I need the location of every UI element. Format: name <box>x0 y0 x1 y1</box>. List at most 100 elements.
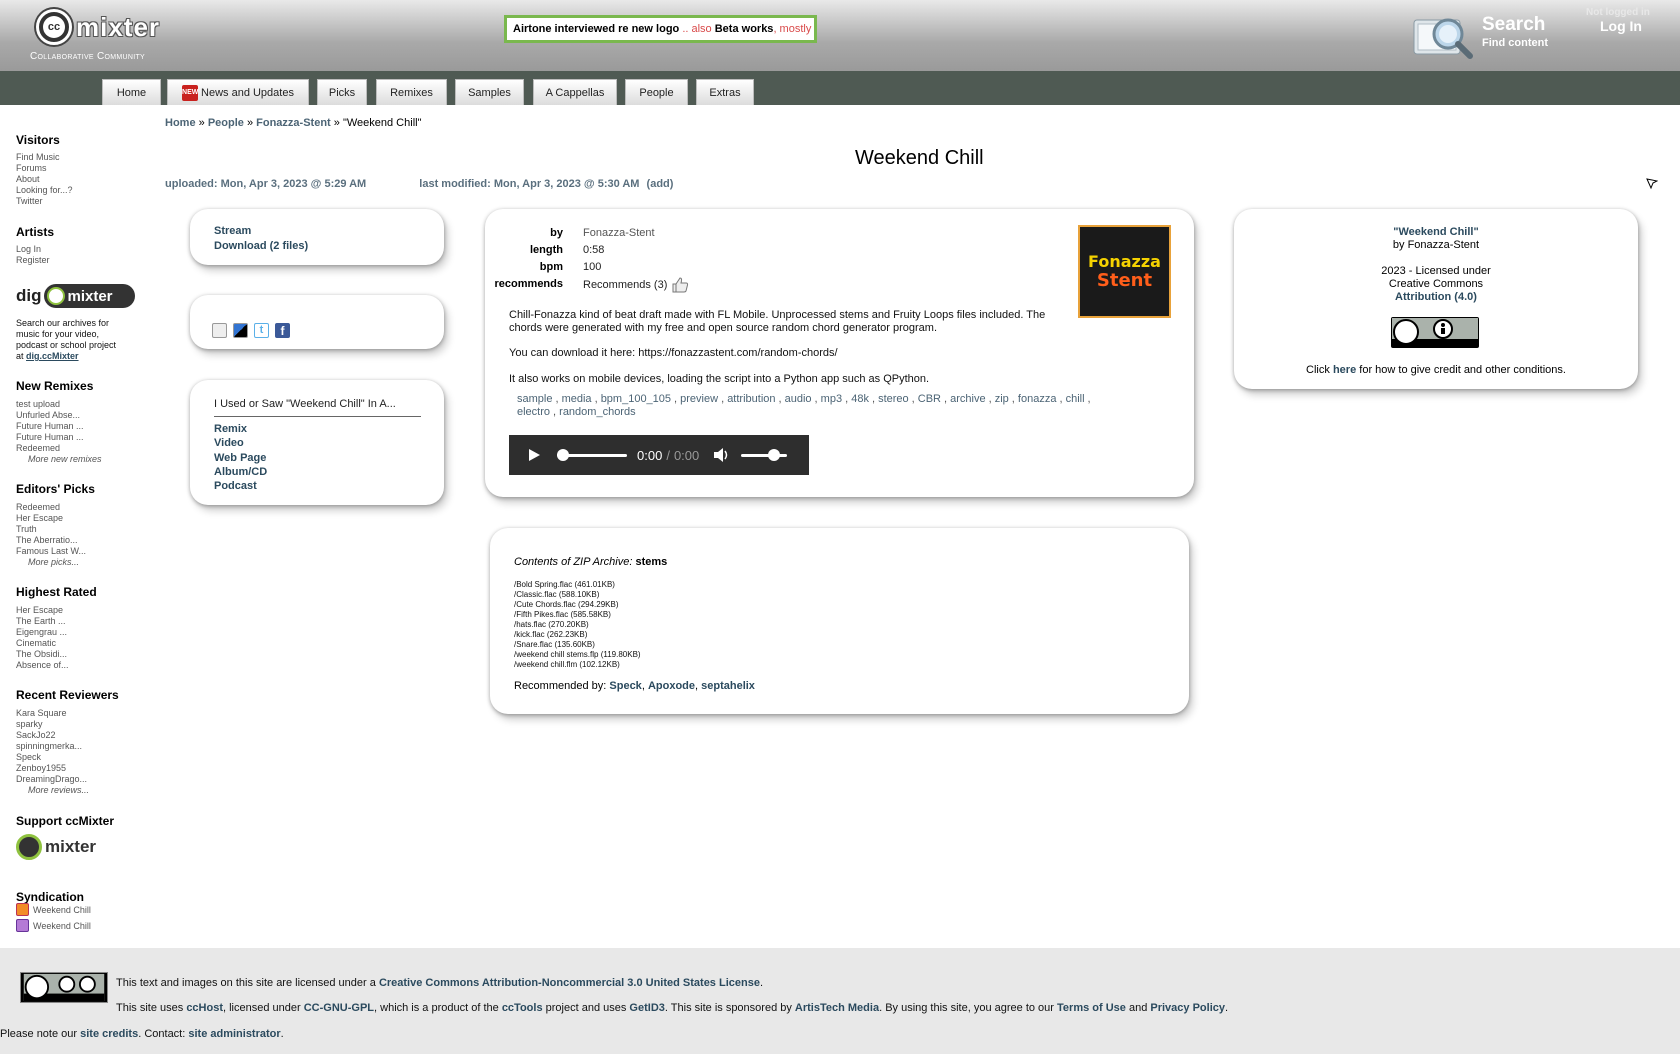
support-ccmixter-logo[interactable]: mixter <box>16 834 96 860</box>
tag[interactable]: attribution <box>727 393 775 405</box>
search-link[interactable]: Search Find content <box>1410 10 1560 62</box>
tab-samples[interactable]: Samples <box>455 79 524 105</box>
sidebar-link[interactable]: Unfurled Abse... <box>16 410 80 420</box>
sidebar-link[interactable]: SackJo22 <box>16 730 56 740</box>
seek-handle[interactable] <box>557 449 569 461</box>
sidebar-link[interactable]: sparky <box>16 719 43 729</box>
tag[interactable]: zip <box>995 393 1009 405</box>
sidebar-link[interactable]: Cinematic <box>16 638 56 648</box>
sidebar-link[interactable]: The Aberratio... <box>16 535 78 545</box>
used-album-link[interactable]: Album/CD <box>214 466 267 478</box>
site-admin-link[interactable]: site administrator <box>188 1028 280 1040</box>
sidebar-link[interactable]: Truth <box>16 524 37 534</box>
volume-handle[interactable] <box>768 449 781 461</box>
sidebar-link[interactable]: Log In <box>16 244 41 254</box>
tag[interactable]: chill <box>1066 393 1085 405</box>
news-banner[interactable]: Airtone interviewed re new logo .. also … <box>504 15 817 43</box>
sidebar-link[interactable]: Famous Last W... <box>16 546 86 556</box>
terms-link[interactable]: Terms of Use <box>1057 1002 1126 1014</box>
footer-license-link[interactable]: Creative Commons Attribution-Noncommerci… <box>379 977 760 989</box>
breadcrumb-home[interactable]: Home <box>165 117 196 129</box>
play-icon[interactable] <box>527 448 541 462</box>
used-webpage-link[interactable]: Web Page <box>214 452 266 464</box>
rss-feed-link[interactable]: Weekend Chill <box>16 903 91 916</box>
sidebar-link[interactable]: The Earth ... <box>16 616 66 626</box>
sidebar-link[interactable]: Zenboy1955 <box>16 763 66 773</box>
privacy-link[interactable]: Privacy Policy <box>1150 1002 1225 1014</box>
sidebar-link[interactable]: Find Music <box>16 152 60 162</box>
tab-extras[interactable]: Extras <box>696 79 754 105</box>
sidebar-link[interactable]: Looking for...? <box>16 185 73 195</box>
add-date-link[interactable]: (add) <box>647 178 674 190</box>
tag[interactable]: archive <box>950 393 985 405</box>
album-art[interactable]: Fonazza Stent <box>1078 225 1171 318</box>
seek-slider[interactable] <box>557 449 627 461</box>
gpl-link[interactable]: CC-GNU-GPL <box>304 1002 374 1014</box>
digg-icon[interactable] <box>212 323 227 338</box>
volume-slider[interactable] <box>741 449 788 461</box>
sidebar-link[interactable]: test upload <box>16 399 60 409</box>
breadcrumb-people[interactable]: People <box>208 117 244 129</box>
banner-link-2[interactable]: Beta works <box>715 23 774 35</box>
tab-remixes[interactable]: Remixes <box>376 79 447 105</box>
recommender-link[interactable]: Speck <box>609 680 641 692</box>
sidebar-link[interactable]: Her Escape <box>16 605 63 615</box>
sidebar-link[interactable]: Kara Square <box>16 708 67 718</box>
breadcrumb-artist[interactable]: Fonazza-Stent <box>256 117 331 129</box>
tag[interactable]: media <box>562 393 592 405</box>
site-credits-link[interactable]: site credits <box>80 1028 138 1040</box>
used-podcast-link[interactable]: Podcast <box>214 480 257 492</box>
license-here-link[interactable]: here <box>1333 364 1356 376</box>
tab-news[interactable]: NEW News and Updates <box>167 79 309 105</box>
sidebar-link[interactable]: Forums <box>16 163 47 173</box>
recommends-link[interactable]: Recommends (3) <box>583 276 689 294</box>
artistech-link[interactable]: ArtisTech Media <box>795 1002 879 1014</box>
sidebar-link[interactable]: DreamingDrago... <box>16 774 87 784</box>
stream-link[interactable]: Stream <box>214 225 251 237</box>
license-attribution-link[interactable]: Attribution (4.0) <box>1234 291 1638 303</box>
recommender-link[interactable]: Apoxode <box>648 680 695 692</box>
sidebar-link[interactable]: Future Human ... <box>16 432 84 442</box>
tag[interactable]: bpm_100_105 <box>601 393 671 405</box>
sidebar-link[interactable]: Redeemed <box>16 443 60 453</box>
download-link[interactable]: Download (2 files) <box>214 240 308 252</box>
recommender-link[interactable]: septahelix <box>701 680 755 692</box>
sidebar-link[interactable]: Eigengrau ... <box>16 627 67 637</box>
dig-ccmixter-logo[interactable]: dig mixter <box>16 284 135 308</box>
delicious-icon[interactable] <box>233 323 248 338</box>
tab-picks[interactable]: Picks <box>317 79 367 105</box>
tab-people[interactable]: People <box>625 79 688 105</box>
cc-by-badge-icon[interactable] <box>1391 317 1479 348</box>
dig-link[interactable]: dig.ccMixter <box>26 351 79 361</box>
tag[interactable]: mp3 <box>821 393 842 405</box>
sidebar-link[interactable]: About <box>16 174 40 184</box>
tag[interactable]: stereo <box>878 393 909 405</box>
tag[interactable]: preview <box>680 393 718 405</box>
sidebar-link[interactable]: Future Human ... <box>16 421 84 431</box>
tag[interactable]: random_chords <box>559 406 635 418</box>
tab-home[interactable]: Home <box>102 79 161 105</box>
sidebar-link[interactable]: The Obsidi... <box>16 649 67 659</box>
more-reviews-link[interactable]: More reviews... <box>28 785 89 795</box>
podcast-feed-link[interactable]: Weekend Chill <box>16 919 91 932</box>
banner-link-1[interactable]: Airtone interviewed re new logo <box>513 23 679 35</box>
facebook-icon[interactable]: f <box>275 323 290 338</box>
thumbs-up-icon[interactable] <box>671 276 689 294</box>
tag[interactable]: 48k <box>851 393 869 405</box>
twitter-icon[interactable]: t <box>254 323 269 338</box>
tag[interactable]: electro <box>517 406 550 418</box>
cc-by-nc-badge-icon[interactable] <box>20 972 108 1003</box>
login-link[interactable]: Log In <box>1600 18 1642 34</box>
more-remixes-link[interactable]: More new remixes <box>28 454 102 464</box>
artist-link[interactable]: Fonazza-Stent <box>583 227 655 239</box>
cctools-link[interactable]: ccTools <box>502 1002 543 1014</box>
getid3-link[interactable]: GetID3 <box>629 1002 664 1014</box>
tag[interactable]: sample <box>517 393 552 405</box>
sidebar-link[interactable]: Her Escape <box>16 513 63 523</box>
cchost-link[interactable]: ccHost <box>186 1002 223 1014</box>
more-picks-link[interactable]: More picks... <box>28 557 79 567</box>
volume-icon[interactable] <box>713 447 731 463</box>
tag[interactable]: audio <box>785 393 812 405</box>
tag[interactable]: CBR <box>918 393 941 405</box>
sidebar-link[interactable]: Register <box>16 255 50 265</box>
